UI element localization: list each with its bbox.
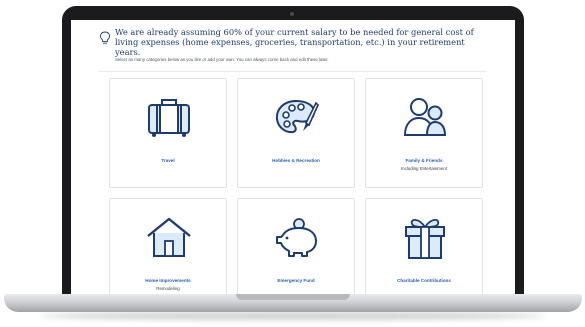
- piggy-bank-icon: [276, 218, 317, 257]
- info-banner: We are already assuming 60% of your curr…: [99, 20, 487, 72]
- laptop-lid: We are already assuming 60% of your curr…: [62, 6, 524, 306]
- category-card-hobbies[interactable]: Hobbies & Recreation: [237, 78, 355, 188]
- laptop-screen: We are already assuming 60% of your curr…: [71, 20, 515, 300]
- laptop-base: [4, 294, 582, 312]
- category-label: Charitable Contributions: [397, 278, 451, 283]
- category-label: Hobbies & Recreation: [272, 158, 320, 163]
- suitcase-icon: [148, 99, 190, 137]
- laptop-shadow: [40, 312, 545, 320]
- category-grid: Travel Hobbies & Recreation Family & Fri…: [109, 78, 483, 300]
- category-label: Home Improvements: [145, 278, 191, 283]
- category-card-emergency[interactable]: Emergency Fund: [237, 198, 355, 300]
- category-card-charity[interactable]: Charitable Contributions: [365, 198, 483, 300]
- paint-palette-icon: [275, 99, 319, 134]
- category-label: Emergency Fund: [277, 278, 315, 283]
- banner-headline: We are already assuming 60% of your curr…: [115, 27, 474, 57]
- house-icon: [147, 217, 191, 257]
- people-icon: [403, 98, 447, 136]
- category-card-family[interactable]: Family & Friends Including Entertainment: [365, 78, 483, 188]
- gift-icon: [405, 218, 445, 259]
- category-sublabel: Remodeling: [156, 286, 180, 291]
- category-label: Travel: [161, 158, 175, 163]
- camera-dot: [290, 12, 294, 16]
- category-label: Family & Friends: [405, 158, 443, 163]
- lightbulb-icon: [100, 31, 110, 44]
- banner-subtext: Select as many categories below as you l…: [115, 57, 329, 62]
- laptop-notch: [236, 294, 350, 300]
- category-sublabel: Including Entertainment: [400, 166, 448, 171]
- category-card-home[interactable]: Home Improvements Remodeling: [109, 198, 227, 300]
- category-card-travel[interactable]: Travel: [109, 78, 227, 188]
